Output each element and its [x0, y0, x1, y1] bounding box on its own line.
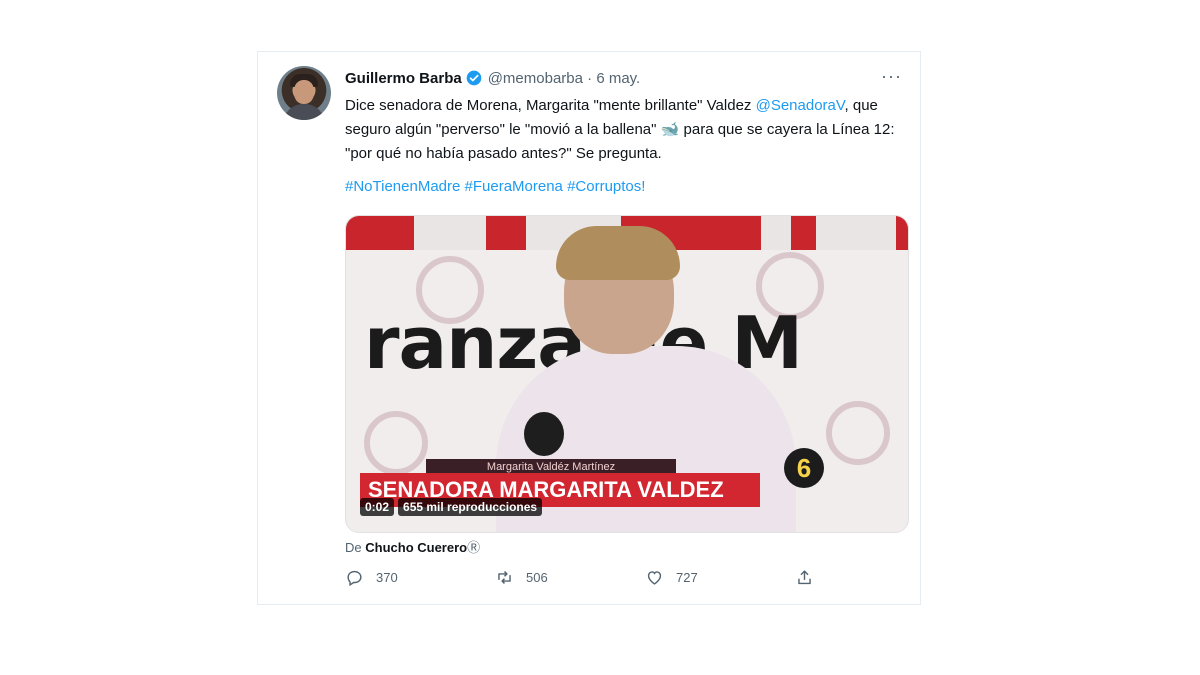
share-button[interactable] — [795, 568, 814, 587]
author-name[interactable]: Guillermo Barba — [345, 70, 462, 87]
video-player[interactable]: ranza de M Margarita Valdéz Martínez SEN… — [345, 215, 909, 533]
tweet-card[interactable]: Guillermo Barba @memobarba · 6 may. ··· … — [257, 51, 921, 605]
retweet-button[interactable]: 506 — [495, 568, 548, 587]
more-icon[interactable]: ··· — [881, 66, 902, 87]
video-meta: 0:02 655 mil reproducciones — [360, 498, 543, 516]
attribution-prefix: De — [345, 540, 362, 555]
tweet-text: Dice senadora de Morena, Margarita "ment… — [345, 94, 905, 166]
mention-link[interactable]: @SenadoraV — [756, 97, 845, 114]
share-icon — [798, 570, 811, 585]
attribution-source[interactable]: Chucho Cuerero — [365, 540, 467, 555]
like-button[interactable]: 727 — [645, 568, 698, 587]
channel-logo: 6 — [784, 448, 824, 488]
author-avatar[interactable] — [277, 66, 331, 120]
retweet-count: 506 — [526, 570, 548, 585]
microphone — [524, 412, 564, 456]
action-bar: 370 506 727 — [345, 568, 817, 590]
like-icon — [647, 571, 662, 585]
verified-icon — [466, 70, 482, 86]
whale-emoji: 🐋 — [660, 121, 680, 138]
hashtags[interactable]: #NoTienenMadre #FueraMorena #Corruptos! — [345, 178, 645, 195]
video-views: 655 mil reproducciones — [398, 498, 543, 516]
retweet-icon — [498, 571, 511, 584]
video-time: 0:02 — [360, 498, 395, 516]
tweet-text-part: Dice senadora de Morena, Margarita "ment… — [345, 97, 756, 114]
reply-icon — [347, 570, 362, 587]
reply-count: 370 — [376, 570, 398, 585]
tweet-date[interactable]: 6 may. — [596, 70, 640, 87]
reply-button[interactable]: 370 — [345, 568, 398, 587]
header-separator: · — [587, 69, 593, 87]
video-attribution: De Chucho CuereroⓇ — [345, 537, 480, 556]
tweet-header: Guillermo Barba @memobarba · 6 may. — [345, 68, 640, 88]
author-handle[interactable]: @memobarba — [488, 70, 583, 87]
like-count: 727 — [676, 570, 698, 585]
registered-badge: Ⓡ — [467, 540, 481, 555]
